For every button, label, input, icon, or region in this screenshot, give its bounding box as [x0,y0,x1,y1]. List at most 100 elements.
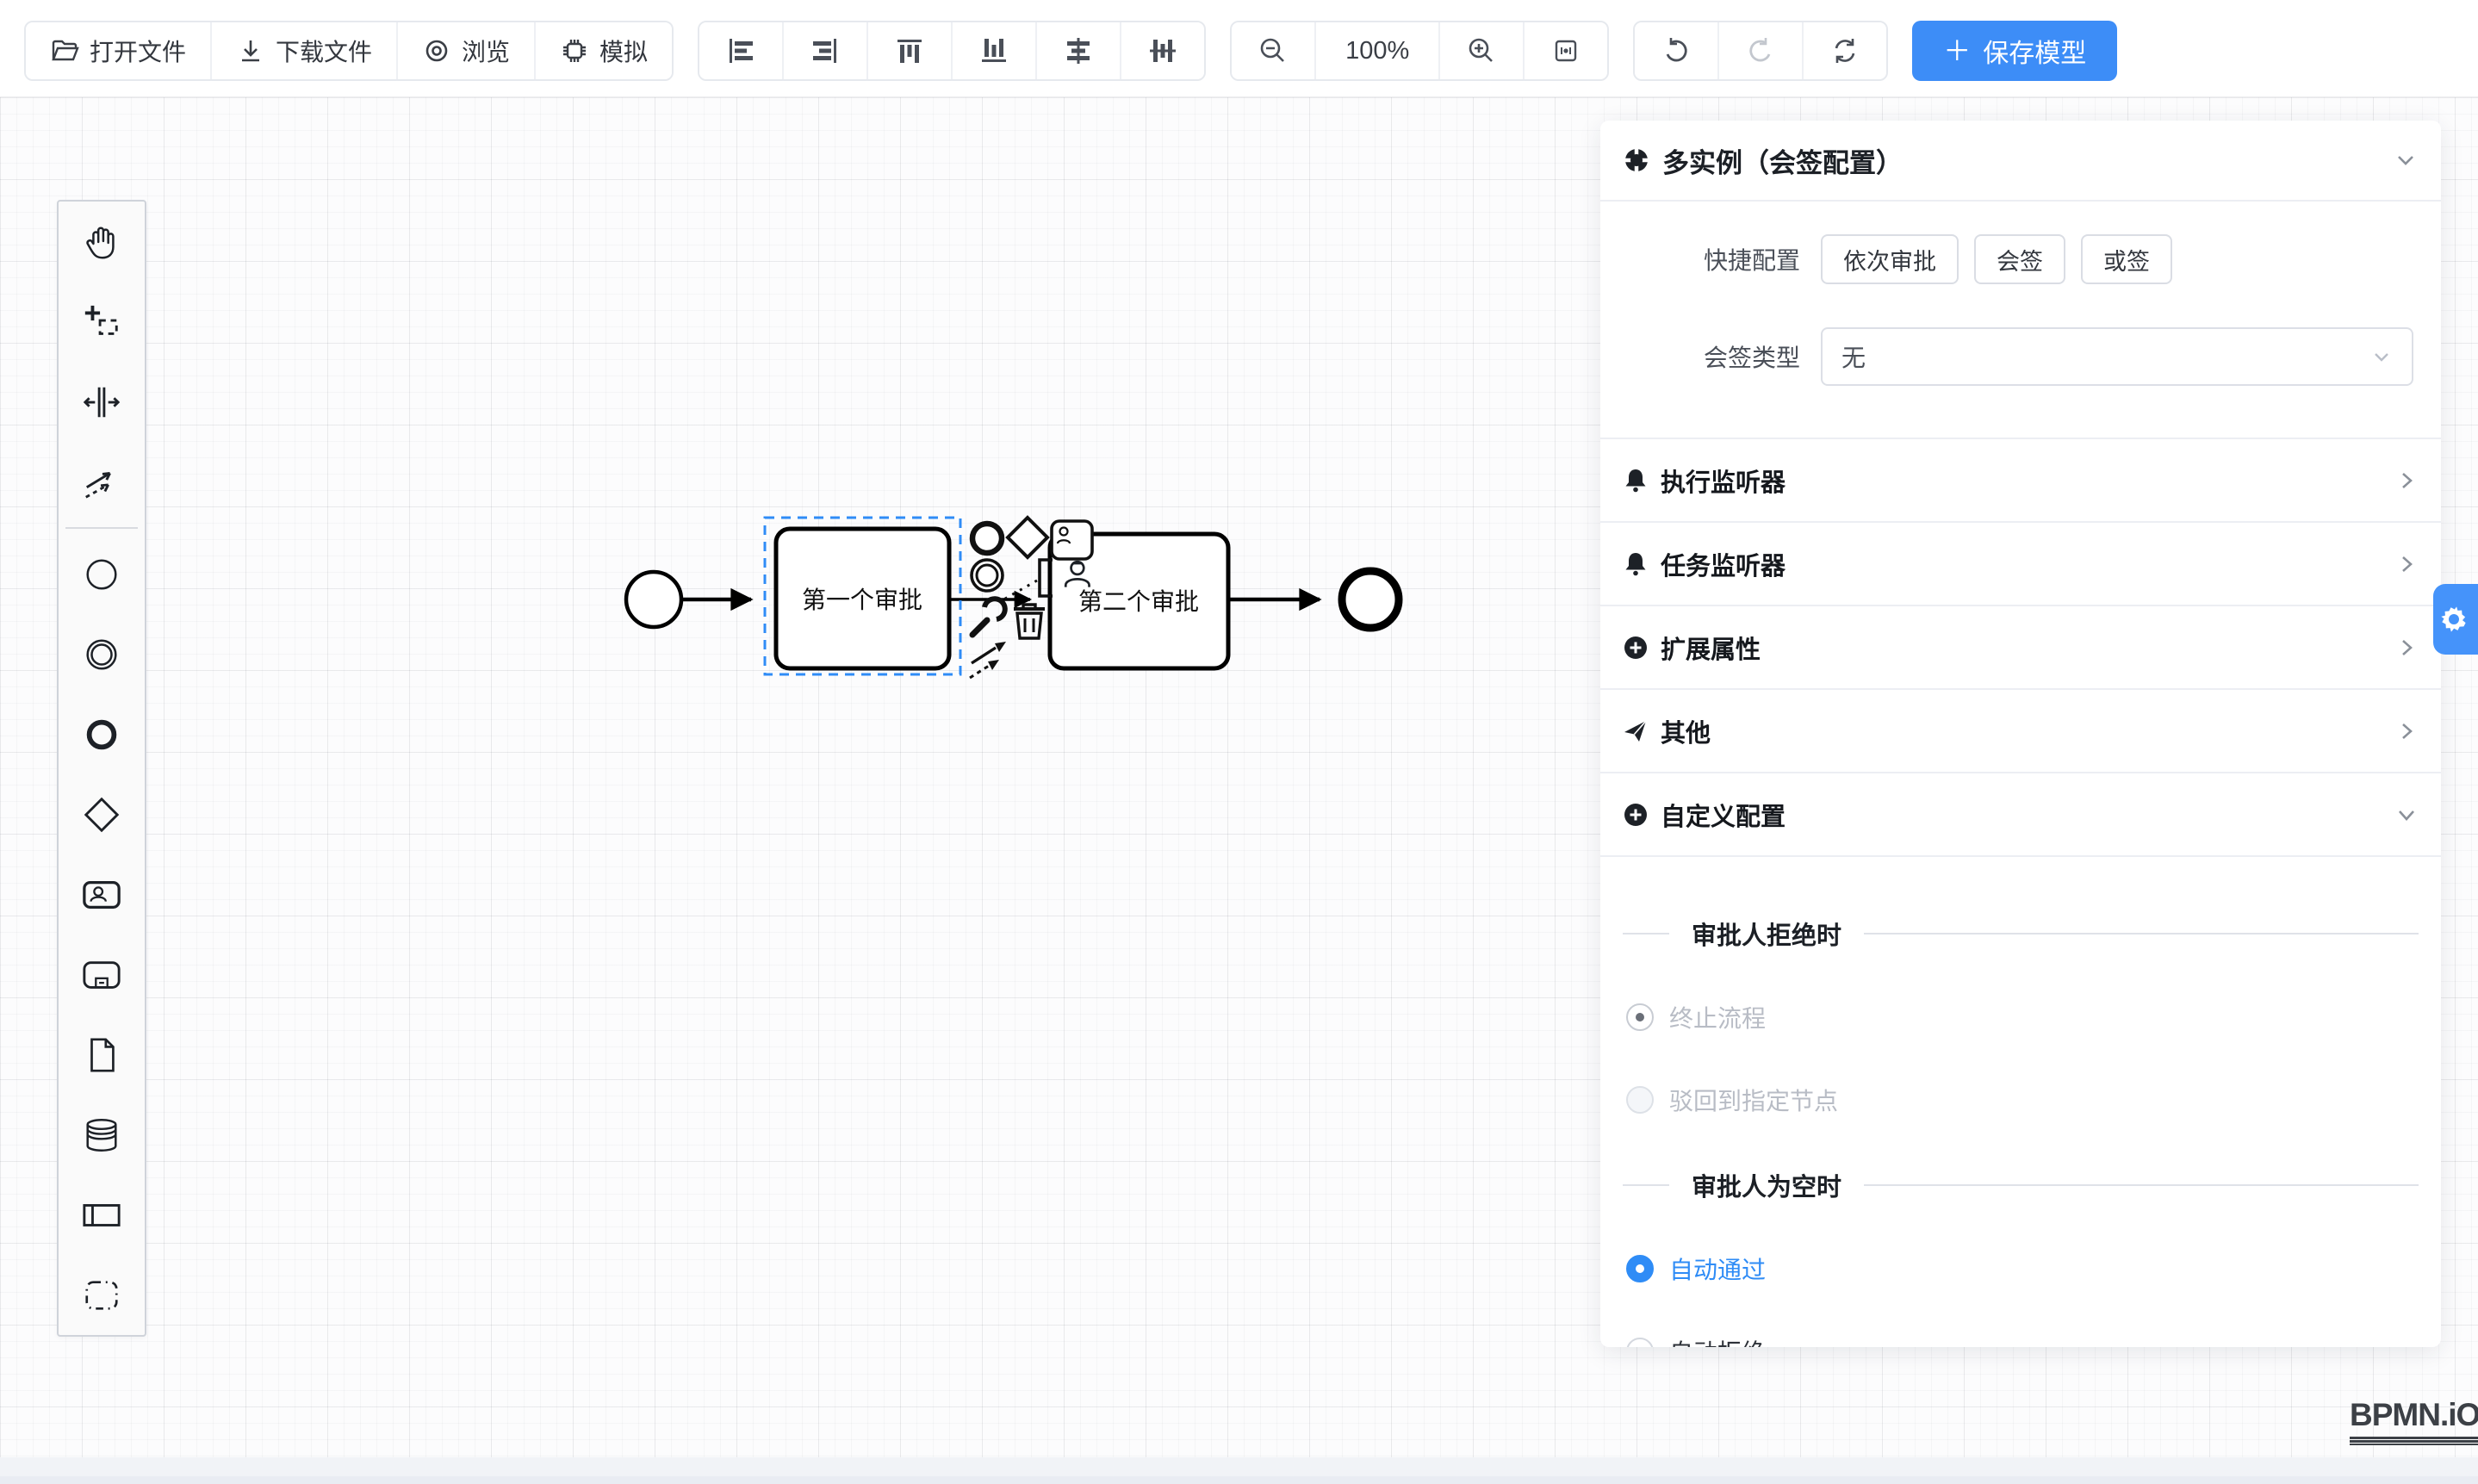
create-participant[interactable] [59,1175,145,1255]
pad-append-intermediate-event[interactable] [972,560,1003,591]
section-label: 扩展属性 [1661,630,2382,666]
radio-reject-to-node[interactable]: 驳回到指定节点 [1626,1083,2441,1117]
group-icon [82,1276,121,1315]
radio-circle[interactable] [1626,1255,1654,1282]
quick-config-row: 快捷配置 依次审批 会签 或签 [1600,234,2441,284]
chevron-down-icon [2394,803,2419,827]
reject-group-title: 审批人拒绝时 [1692,916,1841,952]
start-event-icon [82,555,121,594]
palette-separator [65,527,138,529]
quick-config-label: 快捷配置 [1600,242,1800,276]
btn-sequential-approval[interactable]: 依次审批 [1821,234,1959,284]
section-task-listener[interactable]: 任务监听器 [1600,523,2441,605]
task2-label: 第二个审批 [1078,588,1199,615]
section-extended-properties[interactable]: 扩展属性 [1600,606,2441,688]
section-custom-config[interactable]: 自定义配置 [1600,773,2441,855]
create-group[interactable] [59,1255,145,1335]
countersign-type-row: 会签类型 无 [1600,327,2441,386]
section-label: 自定义配置 [1661,797,2382,833]
bell-icon [1623,551,1649,577]
section-label: 任务监听器 [1661,546,2382,582]
countersign-type-value: 无 [1841,339,1866,374]
create-subprocess[interactable] [59,934,145,1015]
section-execution-listener[interactable]: 执行监听器 [1600,439,2441,521]
btn-or-sign[interactable]: 或签 [2081,234,2172,284]
settings-tab[interactable] [2433,584,2478,655]
chevron-down-icon[interactable] [2393,147,2419,173]
horizontal-scrollbar-track[interactable] [0,1457,2478,1476]
pad-append-end-event[interactable] [972,524,1002,553]
create-gateway[interactable] [59,774,145,854]
radio-label: 终止流程 [1669,1000,1766,1034]
lasso-icon [82,302,121,342]
chevron-right-icon [2394,469,2419,493]
gateway-icon [82,795,121,835]
radio-circle[interactable] [1626,1003,1654,1031]
divider [1864,933,2419,934]
section-label: 执行监听器 [1661,463,2382,499]
pad-append-text-annotation[interactable] [999,560,1053,602]
quick-config-buttons: 依次审批 会签 或签 [1821,234,2172,284]
subprocess-icon [82,955,121,995]
node-end-event[interactable] [1342,571,1399,628]
create-data-object[interactable] [59,1015,145,1095]
btn-countersign[interactable]: 会签 [1974,234,2065,284]
create-data-store[interactable] [59,1095,145,1175]
reject-group-heading: 审批人拒绝时 [1623,916,2419,952]
empty-approver-group-heading: 审批人为空时 [1623,1167,2419,1203]
create-intermediate-event[interactable] [59,614,145,694]
create-end-event[interactable] [59,694,145,774]
section-label: 其他 [1661,713,2382,749]
chevron-right-icon [2394,636,2419,660]
global-connect-tool[interactable] [59,442,145,522]
user-task-icon [82,875,121,915]
hand-tool[interactable] [59,202,145,282]
intermediate-event-icon [82,635,121,674]
node-start-event[interactable] [626,572,681,627]
data-store-icon [82,1115,121,1155]
radio-label: 驳回到指定节点 [1669,1083,1838,1117]
panel-header[interactable]: 多实例（会签配置） [1600,121,2441,200]
bpmn-io-logo-text: BPMN.iO [2350,1397,2478,1433]
gear-icon [2440,605,2468,633]
pad-connect[interactable] [970,642,1006,678]
countersign-type-label: 会签类型 [1600,339,1800,374]
connect-tool-icon [82,463,121,502]
bpmn-io-watermark[interactable]: BPMN.iO [2350,1397,2478,1445]
radio-circle[interactable] [1626,1086,1654,1114]
section-other[interactable]: 其他 [1600,690,2441,772]
radio-auto-reject[interactable]: 自动拒绝 [1626,1334,2441,1347]
radio-label: 自动通过 [1669,1251,1766,1286]
data-object-icon [82,1035,121,1075]
bottom-edge-strip [0,1476,2478,1484]
divider [1864,1184,2419,1186]
plus-circle-icon [1623,635,1649,661]
properties-panel: 多实例（会签配置） 快捷配置 依次审批 会签 或签 会签类型 无 [1600,121,2441,1347]
task1-label: 第一个审批 [802,587,922,613]
pad-append-task[interactable] [1052,521,1092,559]
end-event-icon [82,715,121,754]
panel-title: 多实例（会签配置） [1662,141,2381,180]
element-palette [57,200,146,1337]
send-icon [1623,718,1649,744]
radio-circle[interactable] [1626,1338,1654,1347]
pad-append-gateway[interactable] [1008,518,1047,557]
pad-delete[interactable] [1014,605,1045,638]
radio-terminate-process[interactable]: 终止流程 [1626,1000,2441,1034]
countersign-type-select[interactable]: 无 [1821,327,2413,386]
space-tool-icon [82,382,121,422]
space-tool[interactable] [59,362,145,442]
multi-instance-icon [1623,146,1650,174]
plus-circle-icon [1623,802,1649,828]
countersign-form: 快捷配置 依次审批 会签 或签 会签类型 无 [1600,202,2441,438]
bell-icon [1623,468,1649,494]
create-user-task[interactable] [59,854,145,934]
custom-config-content: 审批人拒绝时 终止流程 驳回到指定节点 审批人为空时 自动通过 [1600,857,2441,1347]
hand-icon [82,222,121,262]
chevron-down-icon [2370,345,2393,368]
create-start-event[interactable] [59,534,145,614]
chevron-right-icon [2394,719,2419,743]
lasso-tool[interactable] [59,282,145,362]
radio-auto-pass[interactable]: 自动通过 [1626,1251,2441,1286]
pad-change-type[interactable] [972,599,1005,635]
